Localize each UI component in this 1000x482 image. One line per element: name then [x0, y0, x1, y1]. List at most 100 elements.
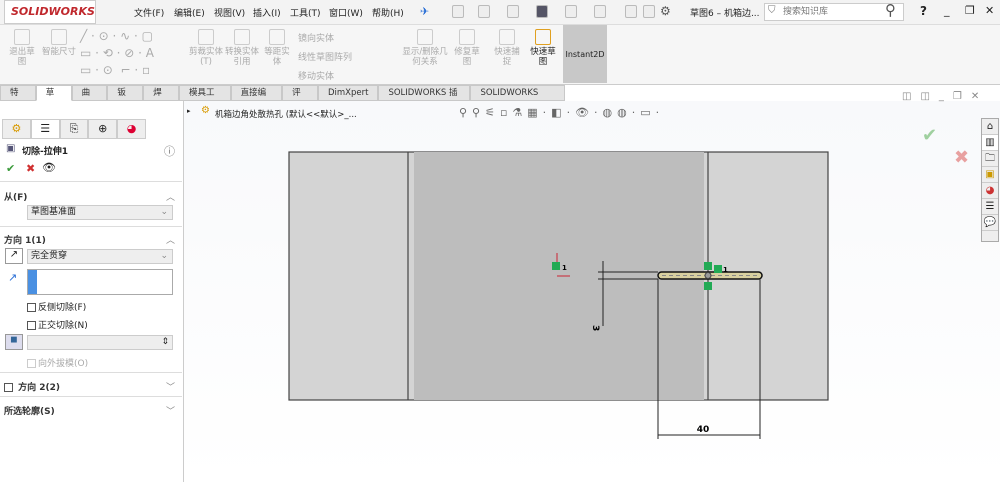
tab-dimxpert[interactable]: DimXpert — [317, 85, 379, 101]
exit-sketch-button[interactable]: 退出草图 — [6, 29, 38, 67]
rebuild-icon[interactable] — [625, 5, 637, 18]
graphics-area[interactable]: ▸ ⚙ 机箱边角处散热孔 (默认<<默认>_... ⚲⚲⚟▫⚗▦·◧·👁·◍◍·… — [184, 91, 1000, 482]
direction-vector-input[interactable] — [27, 269, 173, 295]
convert-entities-button[interactable]: 转换实体引用 — [225, 29, 259, 67]
draft-toggle-icon[interactable]: ◼ — [5, 334, 23, 350]
chevron-down-icon[interactable]: ﹀ — [166, 380, 175, 393]
from-section-header[interactable]: 从(F) — [4, 190, 27, 203]
reverse-direction-button[interactable]: ↗ — [5, 248, 23, 264]
help-icon[interactable]: ⓘ — [164, 143, 175, 159]
tab-evaluate[interactable]: 评估 — [282, 85, 318, 112]
menu-tools[interactable]: 工具(T) — [290, 6, 321, 19]
chevron-up-icon[interactable]: ︿ — [166, 233, 175, 246]
divider — [0, 181, 182, 182]
tab-sketch[interactable]: 草图 — [35, 85, 72, 112]
from-select[interactable]: 草图基准面 ⌄ — [27, 205, 173, 220]
tab-solidworks-addins[interactable]: SOLIDWORKS 插件 — [378, 85, 471, 112]
file-explorer-icon[interactable]: 🗀 — [982, 151, 998, 167]
tab-solidworks-mbd[interactable]: SOLIDWORKS MBD — [470, 85, 565, 112]
forum-icon[interactable]: 💬 — [982, 215, 998, 231]
restore-button[interactable]: ❐ — [965, 4, 975, 17]
convert-label: 转换实体引用 — [225, 47, 260, 67]
command-manager-ribbon: 退出草图 智能尺寸 ╱ · ⊙ · ∿ · ▢ ▭ · ⟲ · ⊘ · A ▭ · … — [0, 25, 1000, 85]
tab-surfaces[interactable]: 曲面 — [71, 85, 108, 112]
tab-sheet-metal[interactable]: 钣金 — [107, 85, 144, 112]
print-icon[interactable] — [536, 5, 548, 18]
pin-icon[interactable]: ✈ — [420, 5, 429, 18]
draft-outward-checkbox[interactable]: 向外拔模(O) — [27, 356, 88, 369]
tab-weldments[interactable]: 焊件 — [143, 85, 179, 112]
task-pane-tabs: ⌂ ▥ 🗀 ▣ ◕ ☰ 💬 — [981, 118, 999, 242]
smart-dimension-label: 智能尺寸 — [42, 47, 77, 57]
search-icon[interactable]: ⚲ — [885, 1, 896, 19]
repair-sketch-button[interactable]: 修复草图 — [452, 29, 482, 67]
menu-help[interactable]: 帮助(H) — [372, 6, 404, 19]
move-entities-button[interactable]: 移动实体 — [298, 69, 334, 82]
direction-arrow-icon: ↗ — [8, 271, 18, 284]
solidworks-logo[interactable]: SOLIDWORKS — [4, 0, 96, 24]
new-document-icon[interactable] — [452, 5, 464, 18]
panel-tabs: ⚙ ☰ ⎘ ⊕ ◕ — [2, 119, 146, 139]
end-condition-select[interactable]: 完全贯穿 ⌄ — [27, 249, 173, 264]
divider — [0, 226, 182, 227]
quick-snaps-button[interactable]: 快速捕捉 — [492, 29, 522, 67]
menu-view[interactable]: 视图(V) — [214, 6, 245, 19]
trim-button[interactable]: 剪裁实体(T) — [188, 29, 224, 67]
menu-window[interactable]: 窗口(W) — [329, 6, 363, 19]
feature-tree-tab-icon[interactable]: ⚙ — [2, 119, 31, 139]
view-palette-icon[interactable]: ▣ — [982, 167, 998, 183]
tab-features[interactable]: 特征 — [0, 85, 36, 112]
title-bar: SOLIDWORKS 文件(F) 编辑(E) 视图(V) 插入(I) 工具(T)… — [0, 0, 1000, 25]
from-value: 草图基准面 — [31, 207, 77, 217]
rapid-sketch-label: 快速草图 — [530, 47, 556, 67]
tab-mold-tools[interactable]: 模具工具 — [178, 85, 231, 112]
sketch-drawing: 1 1 40 3 — [288, 151, 829, 439]
search-input[interactable]: 搜索知识库 — [764, 3, 904, 21]
display-manager-tab-icon[interactable]: ◕ — [117, 119, 146, 139]
flip-side-checkbox[interactable]: 反侧切除(F) — [27, 300, 86, 313]
instant2d-button[interactable]: Instant2D — [563, 25, 607, 83]
options-gear-icon[interactable]: ⚙ — [660, 4, 671, 18]
mirror-button[interactable]: 镜向实体 — [298, 31, 334, 44]
offset-entities-button[interactable]: 等距实体 — [261, 29, 293, 67]
chevron-up-icon[interactable]: ︿ — [166, 190, 175, 203]
exit-sketch-label: 退出草图 — [9, 47, 35, 67]
dimxpert-tab-icon[interactable]: ⊕ — [88, 119, 118, 139]
help-button[interactable]: ? — [920, 4, 927, 18]
custom-properties-icon[interactable]: ☰ — [982, 199, 998, 215]
minimize-button[interactable]: _ — [944, 4, 950, 17]
divider — [0, 396, 182, 397]
configuration-tab-icon[interactable]: ⎘ — [59, 119, 89, 139]
select-icon[interactable] — [594, 5, 606, 18]
sketch-tools-group[interactable]: ╱ · ⊙ · ∿ · ▢ ▭ · ⟲ · ⊘ · A ▭ · ⊙ ⌐ · ▫ — [80, 28, 180, 80]
cancel-button[interactable]: ✖ — [26, 162, 35, 175]
normal-cut-checkbox[interactable]: 正交切除(N) — [27, 318, 88, 331]
ok-button[interactable]: ✔ — [6, 162, 15, 175]
end-condition-value: 完全贯穿 — [31, 251, 68, 261]
menu-edit[interactable]: 编辑(E) — [174, 6, 205, 19]
rapid-sketch-button[interactable]: 快速草图 — [528, 29, 558, 67]
draft-angle-spinner[interactable]: ⇕ — [27, 335, 173, 350]
menu-file[interactable]: 文件(F) — [134, 6, 164, 19]
home-icon[interactable]: ⌂ — [982, 119, 998, 135]
preview-eye-icon[interactable]: 👁 — [42, 161, 56, 174]
selected-contours-header[interactable]: 所选轮廓(S) — [4, 404, 55, 417]
open-icon[interactable] — [478, 5, 490, 18]
linear-pattern-button[interactable]: 线性草图阵列 — [298, 50, 352, 63]
menu-insert[interactable]: 插入(I) — [253, 6, 281, 19]
display-relations-button[interactable]: 显示/删除几何关系 — [402, 29, 448, 67]
property-manager-tab-icon[interactable]: ☰ — [30, 119, 60, 139]
direction2-section-header[interactable]: 方向 2(2) — [4, 380, 60, 393]
smart-dimension-button[interactable]: 智能尺寸 — [42, 29, 76, 57]
origin-relation-label: 1 — [562, 264, 567, 272]
chevron-down-icon[interactable]: ﹀ — [166, 404, 175, 417]
draft-outward-label: 向外拔模(O) — [38, 359, 89, 369]
direction1-section-header[interactable]: 方向 1(1) — [4, 233, 46, 246]
file-properties-icon[interactable] — [643, 5, 655, 18]
save-icon[interactable] — [507, 5, 519, 18]
tab-direct-editing[interactable]: 直接编辑 — [230, 85, 283, 112]
undo-icon[interactable] — [565, 5, 577, 18]
design-library-icon[interactable]: ▥ — [982, 135, 998, 151]
appearances-icon[interactable]: ◕ — [982, 183, 998, 199]
close-button[interactable]: ✕ — [985, 4, 994, 17]
